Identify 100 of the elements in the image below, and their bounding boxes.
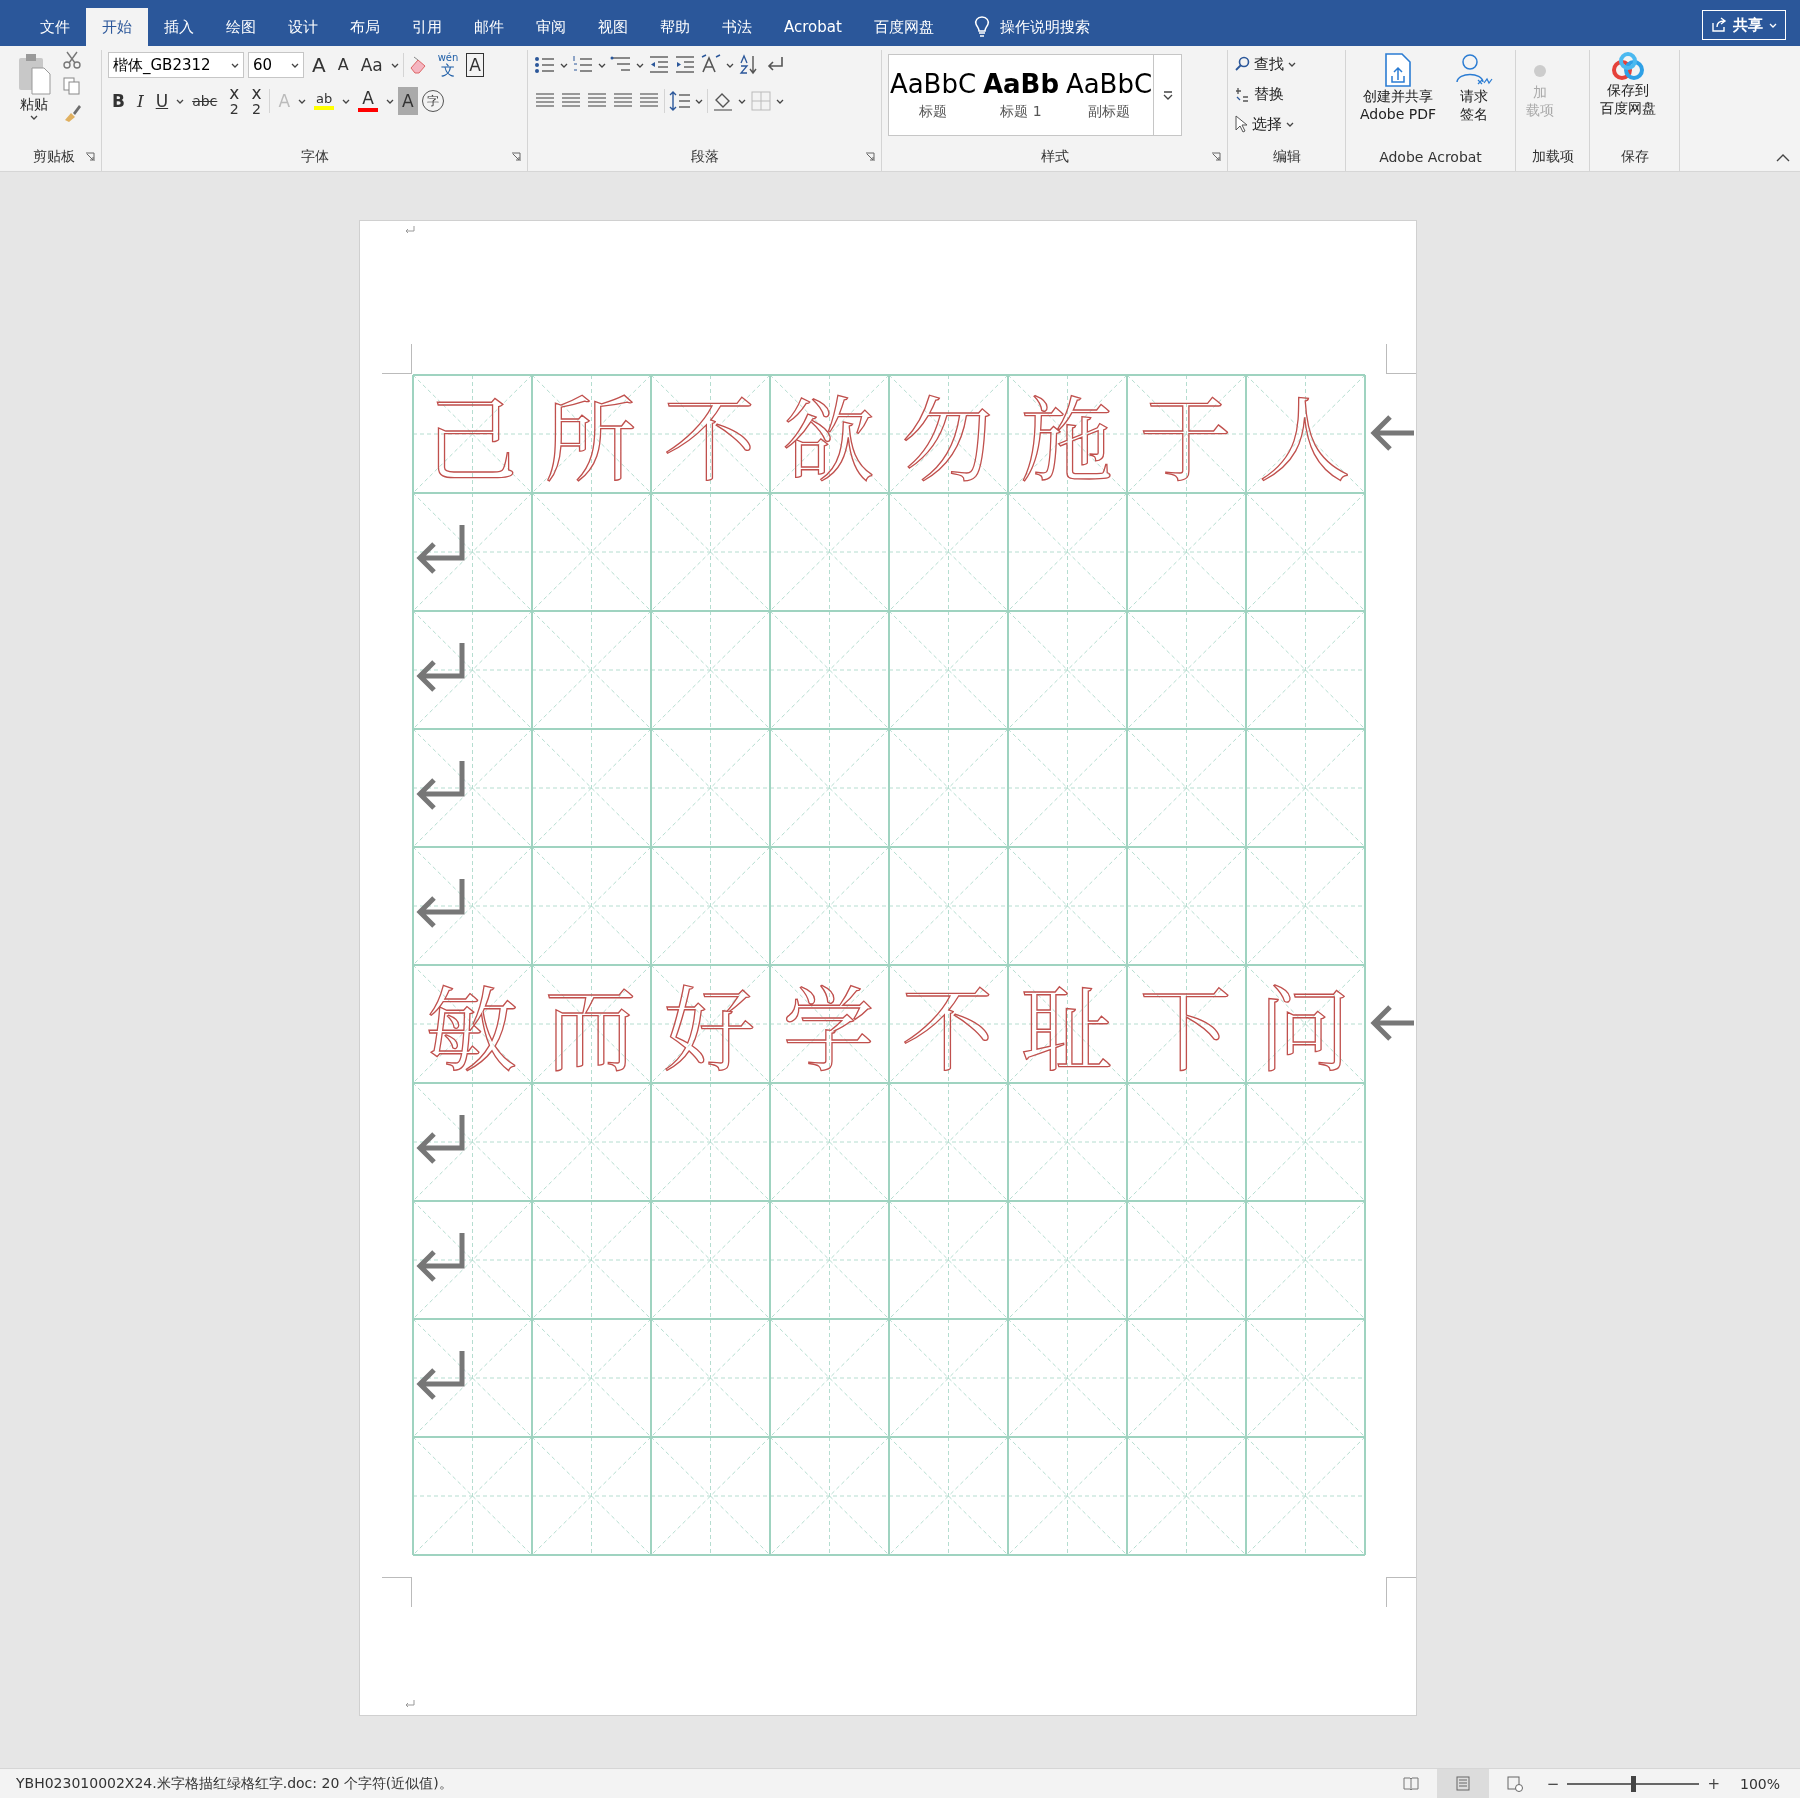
caret-icon[interactable] [726,61,734,69]
ribbon-tab[interactable]: 开始 [86,8,148,46]
caret-icon [1286,120,1294,128]
caret-icon[interactable] [176,97,185,105]
ribbon-tab[interactable]: 绘图 [210,8,272,46]
paste-button[interactable]: 粘贴 [12,50,56,143]
caret-icon[interactable] [598,61,606,69]
ribbon-tab[interactable]: 邮件 [458,8,520,46]
crop-mark [1386,1577,1416,1607]
return-arrow-icon [414,522,468,576]
zoom-level[interactable]: 100% [1725,1775,1800,1792]
paragraph-mark-icon [404,225,416,235]
highlight-button[interactable]: ab [310,87,339,115]
scissors-icon[interactable] [62,50,82,70]
dialog-launcher-icon[interactable] [511,152,521,162]
style-option[interactable]: AaBb 标题 1 [977,55,1065,135]
style-option[interactable]: AaBbC 标题 [889,55,977,135]
zoom-in-button[interactable]: + [1701,1774,1726,1793]
return-arrow-icon [414,876,468,930]
italic-button[interactable]: I [132,87,148,115]
select-button[interactable]: 选择 [1234,110,1296,138]
phonetic-guide-button[interactable]: wén 文 [433,51,463,79]
font-size-field[interactable]: 60 [248,52,304,78]
ribbon-tab[interactable]: 视图 [582,8,644,46]
ribbon-tab[interactable]: 书法 [706,8,768,46]
character-shading-button[interactable]: A [398,87,418,115]
caret-icon[interactable] [738,97,746,105]
change-case-button[interactable]: Aa [356,51,387,79]
group-label: 编辑 [1272,148,1301,166]
strikethrough-button[interactable]: abc [188,87,222,115]
left-arrow-icon [1370,413,1416,453]
clipboard-icon [16,52,52,96]
increase-indent-icon[interactable] [674,54,696,76]
font-name-field[interactable]: 楷体_GB2312 [108,52,244,78]
create-pdf-button[interactable]: 创建并共享 Adobe PDF [1352,50,1444,143]
bold-button[interactable]: B [108,87,129,115]
group-label: 保存 [1620,148,1649,166]
ribbon-tab[interactable]: 百度网盘 [857,8,950,46]
zoom-out-button[interactable]: − [1540,1774,1566,1793]
tracing-character: 不 [901,977,994,1069]
group-label: 剪贴板 [32,148,75,166]
tracing-character: 耻 [1020,977,1113,1069]
caret-icon[interactable] [298,97,307,105]
lightbulb-icon [973,16,990,38]
replace-button[interactable]: 替换 [1234,80,1296,108]
share-button[interactable]: 共享 [1702,10,1786,40]
character-border-button[interactable]: A [466,53,484,77]
collapse-ribbon-icon[interactable] [1776,153,1790,163]
ribbon-tab[interactable]: 帮助 [644,8,706,46]
search-icon [1234,56,1250,72]
request-signature-button[interactable]: 请求 签名 [1450,50,1498,143]
ribbon-tab[interactable]: 设计 [272,8,334,46]
paintbrush-icon[interactable] [62,102,82,122]
return-arrow-icon [414,1230,468,1284]
style-option[interactable]: AaBbC 副标题 [1065,55,1153,135]
web-layout-icon [1505,1775,1524,1792]
ribbon-tab[interactable]: 审阅 [520,8,582,46]
caret-icon[interactable] [560,61,568,69]
caret-icon[interactable] [695,97,703,105]
find-button[interactable]: 查找 [1234,50,1296,78]
return-arrow-icon [414,758,468,812]
caret-icon [1288,60,1296,68]
bullets-icon[interactable] [534,54,556,76]
search-hint[interactable]: 操作说明搜索 [999,17,1090,37]
save-to-cloud-button[interactable]: 保存到 百度网盘 [1596,50,1660,143]
caret-icon[interactable] [390,61,399,69]
return-arrow-icon [414,640,468,694]
ribbon-tab[interactable]: 引用 [396,8,458,46]
caret-icon[interactable] [386,97,395,105]
line-spacing-icon[interactable] [669,90,691,112]
shrink-font-button[interactable]: A [333,51,353,79]
zoom-slider-thumb[interactable] [1631,1775,1637,1792]
dialog-launcher-icon[interactable] [865,152,875,162]
caret-icon[interactable] [776,97,784,105]
status-text: YBH023010002X24.米字格描红绿格红字.doc: 20 个字符(近似值)。 [16,1774,454,1793]
print-layout-icon [1453,1775,1472,1792]
read-mode-icon [1401,1775,1420,1792]
ribbon-tab[interactable]: 文件 [24,8,86,46]
tracing-character: 好 [663,977,756,1069]
cloud-icon [1610,52,1646,82]
group-label: Adobe Acrobat [1379,149,1482,165]
return-arrow-icon [414,1348,468,1402]
underline-button[interactable]: U [151,87,173,115]
dialog-launcher-icon[interactable] [1211,152,1221,162]
replace-icon [1234,85,1250,103]
ribbon-tab[interactable]: 布局 [334,8,396,46]
caret-icon [30,113,38,121]
share-icon [1711,17,1727,33]
caret-icon [1769,21,1777,29]
ribbon-tab[interactable]: 插入 [148,8,210,46]
ribbon-tab[interactable]: Acrobat [768,8,858,46]
dot-icon [1533,64,1547,78]
font-color-button[interactable]: A [354,87,383,115]
return-arrow-icon [414,1112,468,1166]
group-label: 段落 [690,148,719,166]
grow-font-button[interactable]: A [308,51,330,79]
caret-icon[interactable] [342,97,351,105]
tracing-character: 己 [425,387,518,479]
dialog-launcher-icon[interactable] [85,152,95,162]
caret-icon[interactable] [636,61,644,69]
